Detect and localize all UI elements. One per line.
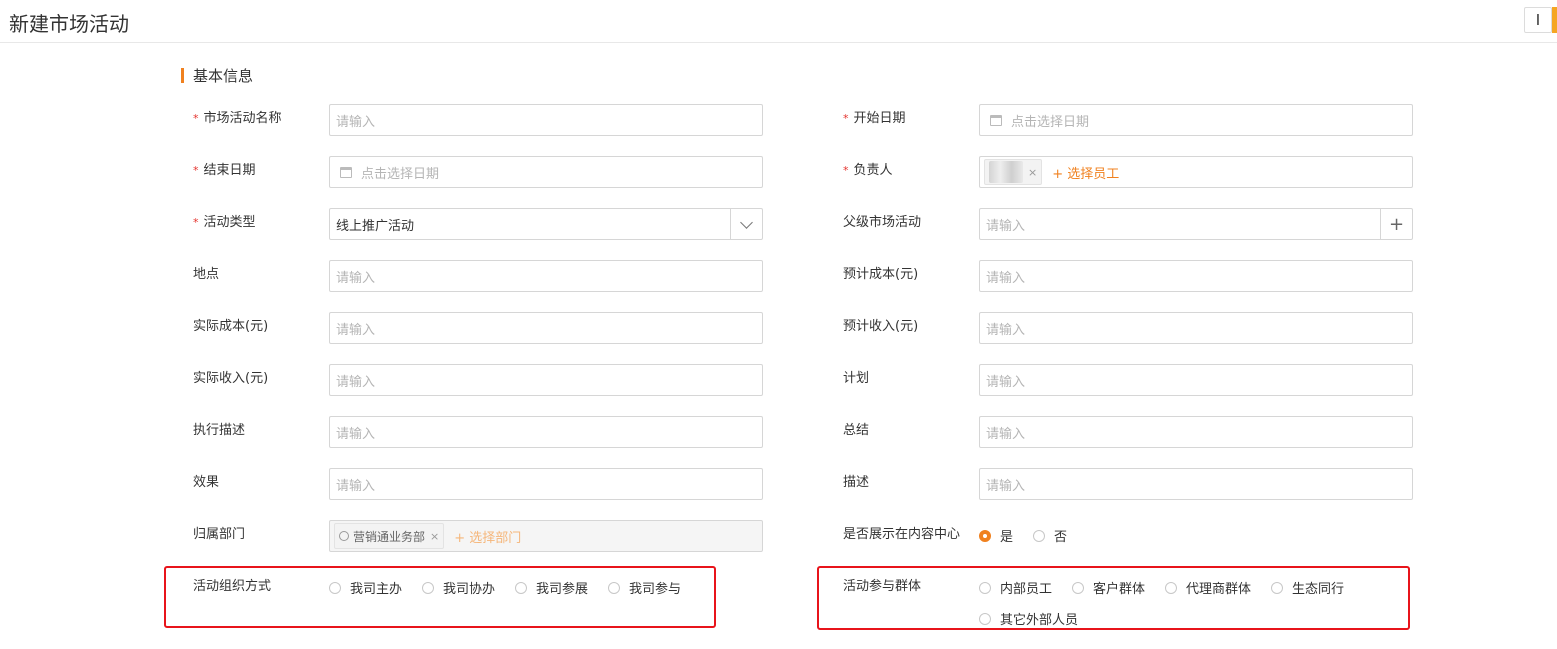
- select-department-link[interactable]: + 选择部门: [454, 527, 521, 546]
- required-asterisk: *: [843, 164, 849, 177]
- required-asterisk: *: [193, 164, 199, 177]
- required-asterisk: *: [193, 112, 199, 125]
- toolbar-edge: [1552, 7, 1557, 33]
- owner-tag: ×: [984, 159, 1043, 185]
- actual-cost-label: 实际成本(元): [193, 319, 269, 334]
- chevron-down-icon[interactable]: [730, 209, 762, 239]
- activity-name-input[interactable]: 请输入: [329, 104, 763, 136]
- show-in-content-center-radio-group: 是 否: [979, 526, 1087, 545]
- description-input[interactable]: 请输入: [979, 468, 1413, 500]
- owner-field[interactable]: × + 选择员工: [979, 156, 1413, 188]
- effect-label: 效果: [193, 475, 220, 490]
- location-label: 地点: [193, 267, 220, 282]
- highlight-box-organize-mode: [164, 566, 716, 628]
- description-label: 描述: [843, 475, 870, 490]
- end-date-picker[interactable]: 点击选择日期: [329, 156, 763, 188]
- select-employee-link[interactable]: + 选择员工: [1052, 163, 1119, 182]
- start-date-label: * 开始日期: [843, 111, 906, 126]
- plan-input[interactable]: 请输入: [979, 364, 1413, 396]
- effect-input[interactable]: 请输入: [329, 468, 763, 500]
- actual-income-label: 实际收入(元): [193, 371, 269, 386]
- highlight-box-participant-group: [817, 566, 1410, 630]
- remove-owner-icon[interactable]: ×: [1028, 166, 1037, 179]
- avatar: [989, 161, 1023, 183]
- department-label: 归属部门: [193, 527, 246, 542]
- activity-type-label: * 活动类型: [193, 215, 256, 230]
- start-date-picker[interactable]: 点击选择日期: [979, 104, 1413, 136]
- execution-input[interactable]: 请输入: [329, 416, 763, 448]
- estimated-cost-input[interactable]: 请输入: [979, 260, 1413, 292]
- execution-label: 执行描述: [193, 423, 246, 438]
- parent-activity-label: 父级市场活动: [843, 215, 922, 230]
- actual-income-input[interactable]: 请输入: [329, 364, 763, 396]
- department-icon: [339, 531, 349, 541]
- page-title: 新建市场活动: [9, 12, 129, 36]
- owner-label: * 负责人: [843, 163, 893, 178]
- summary-input[interactable]: 请输入: [979, 416, 1413, 448]
- radio-option-no[interactable]: 否: [1033, 526, 1067, 545]
- calendar-icon: [340, 166, 352, 178]
- activity-type-select[interactable]: 线上推广活动: [329, 208, 763, 240]
- required-asterisk: *: [193, 216, 199, 229]
- radio-option-yes[interactable]: 是: [979, 526, 1013, 545]
- location-input[interactable]: 请输入: [329, 260, 763, 292]
- remove-department-icon[interactable]: ×: [430, 530, 439, 543]
- required-asterisk: *: [843, 112, 849, 125]
- section-title-text: 基本信息: [193, 66, 254, 85]
- radio-unchecked-icon: [1033, 529, 1046, 542]
- estimated-cost-label: 预计成本(元): [843, 267, 919, 282]
- add-icon[interactable]: +: [1380, 209, 1412, 239]
- show-in-content-center-label: 是否展示在内容中心: [843, 527, 961, 542]
- department-field[interactable]: 营销通业务部 × + 选择部门: [329, 520, 763, 552]
- calendar-icon: [990, 114, 1002, 126]
- department-tag: 营销通业务部 ×: [334, 523, 445, 549]
- section-title: 基本信息: [181, 66, 254, 85]
- toolbar-button[interactable]: I: [1524, 7, 1552, 33]
- estimated-income-label: 预计收入(元): [843, 319, 919, 334]
- section-bar-icon: [181, 67, 184, 83]
- top-bar: 新建市场活动 I: [0, 0, 1557, 43]
- parent-activity-input[interactable]: 请输入 +: [979, 208, 1413, 240]
- summary-label: 总结: [843, 423, 870, 438]
- estimated-income-input[interactable]: 请输入: [979, 312, 1413, 344]
- activity-name-label: * 市场活动名称: [193, 111, 282, 126]
- radio-checked-icon: [979, 529, 991, 542]
- actual-cost-input[interactable]: 请输入: [329, 312, 763, 344]
- end-date-label: * 结束日期: [193, 163, 256, 178]
- plan-label: 计划: [843, 371, 870, 386]
